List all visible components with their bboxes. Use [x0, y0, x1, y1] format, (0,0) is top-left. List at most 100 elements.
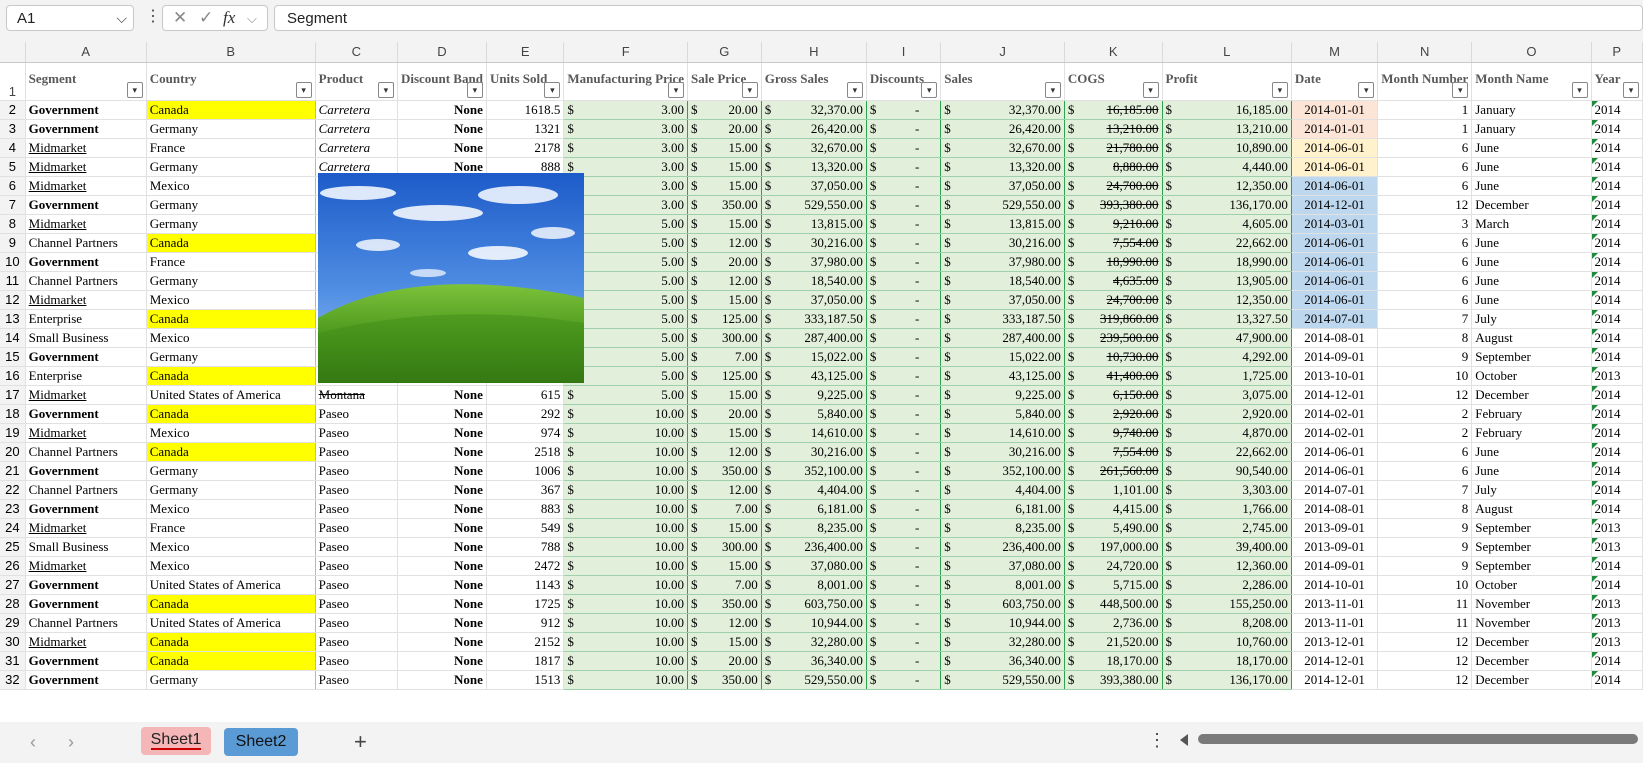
column-header[interactable]: G [687, 42, 762, 63]
country-cell[interactable]: Germany [145, 670, 316, 690]
country-cell[interactable]: Germany [145, 214, 316, 234]
gross-sales-cell[interactable]: $14,610.00 [761, 423, 867, 443]
header-cell[interactable]: Sale Price ▾ [687, 62, 762, 101]
product-cell[interactable]: Paseo [315, 632, 398, 652]
tab-sheet1[interactable]: Sheet1 [141, 727, 211, 755]
sales-cell[interactable]: $352,100.00 [940, 461, 1065, 481]
cogs-cell[interactable]: $21,780.00 [1064, 138, 1163, 158]
country-cell[interactable]: Canada [145, 594, 316, 614]
filter-dropdown-icon[interactable]: ▾ [466, 81, 483, 98]
sales-cell[interactable]: $5,840.00 [940, 404, 1065, 424]
cogs-cell[interactable]: $8,880.00 [1064, 157, 1163, 177]
sale-price-cell[interactable]: $12.00 [687, 271, 762, 291]
discounts-cell[interactable]: $ - [866, 271, 942, 291]
country-cell[interactable]: Mexico [145, 499, 316, 519]
manufacturing-price-cell[interactable]: $10.00 [563, 575, 688, 595]
sales-cell[interactable]: $603,750.00 [940, 594, 1065, 614]
filter-dropdown-icon[interactable]: ▾ [1571, 81, 1588, 98]
gross-sales-cell[interactable]: $6,181.00 [761, 499, 867, 519]
country-cell[interactable]: Germany [145, 347, 316, 367]
month-name-cell[interactable]: March [1471, 214, 1592, 234]
product-cell[interactable]: Paseo [315, 499, 398, 519]
date-cell[interactable]: 2014-06-01 [1291, 157, 1379, 177]
units-sold-cell[interactable]: 367 [486, 480, 565, 500]
embedded-landscape-image[interactable] [318, 173, 584, 383]
manufacturing-price-cell[interactable]: $10.00 [563, 670, 688, 690]
gross-sales-cell[interactable]: $37,080.00 [761, 556, 867, 576]
discounts-cell[interactable]: $ - [866, 195, 942, 215]
sales-cell[interactable]: $37,050.00 [940, 176, 1065, 196]
sales-cell[interactable]: $10,944.00 [940, 613, 1065, 633]
sales-cell[interactable]: $287,400.00 [940, 328, 1065, 348]
month-name-cell[interactable]: January [1471, 100, 1592, 120]
year-cell[interactable]: 2014 [1591, 461, 1643, 481]
country-cell[interactable]: Canada [145, 366, 316, 386]
gross-sales-cell[interactable]: $36,340.00 [761, 651, 867, 671]
manufacturing-price-cell[interactable]: $10.00 [563, 632, 688, 652]
date-cell[interactable]: 2014-03-01 [1291, 214, 1379, 234]
profit-cell[interactable]: $136,170.00 [1162, 670, 1292, 690]
row-number[interactable]: 8 [0, 214, 26, 234]
gross-sales-cell[interactable]: $529,550.00 [761, 670, 867, 690]
sale-price-cell[interactable]: $20.00 [687, 100, 762, 120]
row-number[interactable]: 6 [0, 176, 26, 196]
month-number-cell[interactable]: 10 [1377, 575, 1473, 595]
profit-cell[interactable]: $8,208.00 [1162, 613, 1292, 633]
sale-price-cell[interactable]: $350.00 [687, 195, 762, 215]
filter-dropdown-icon[interactable]: ▾ [377, 81, 394, 98]
cogs-cell[interactable]: $9,210.00 [1064, 214, 1163, 234]
month-name-cell[interactable]: November [1471, 613, 1592, 633]
gross-sales-cell[interactable]: $13,320.00 [761, 157, 867, 177]
cogs-cell[interactable]: $21,520.00 [1064, 632, 1163, 652]
discounts-cell[interactable]: $ - [866, 157, 942, 177]
product-cell[interactable]: Carretera [315, 100, 398, 120]
filter-dropdown-icon[interactable]: ▾ [1142, 81, 1159, 98]
date-cell[interactable]: 2014-07-01 [1291, 480, 1379, 500]
month-number-cell[interactable]: 6 [1377, 138, 1473, 158]
cancel-icon[interactable]: ✕ [173, 8, 187, 28]
profit-cell[interactable]: $18,990.00 [1162, 252, 1292, 272]
sales-cell[interactable]: $13,815.00 [940, 214, 1065, 234]
sale-price-cell[interactable]: $300.00 [687, 537, 762, 557]
sale-price-cell[interactable]: $12.00 [687, 480, 762, 500]
country-cell[interactable]: Germany [145, 480, 316, 500]
profit-cell[interactable]: $4,440.00 [1162, 157, 1292, 177]
segment-cell[interactable]: Government [25, 119, 147, 139]
cogs-cell[interactable]: $6,150.00 [1064, 385, 1163, 405]
header-cell[interactable]: Year ▾ [1591, 62, 1643, 101]
country-cell[interactable]: Germany [145, 119, 316, 139]
country-cell[interactable]: Germany [145, 195, 316, 215]
month-number-cell[interactable]: 1 [1377, 119, 1473, 139]
row-number[interactable]: 32 [0, 670, 26, 690]
discount-band-cell[interactable]: None [397, 556, 487, 576]
month-number-cell[interactable]: 2 [1377, 404, 1473, 424]
column-header[interactable]: B [146, 42, 316, 63]
segment-cell[interactable]: Government [25, 461, 147, 481]
product-cell[interactable]: Paseo [315, 404, 398, 424]
date-cell[interactable]: 2014-06-01 [1291, 233, 1379, 253]
month-number-cell[interactable]: 12 [1377, 670, 1473, 690]
year-cell[interactable]: 2013 [1591, 632, 1643, 652]
discount-band-cell[interactable]: None [397, 423, 487, 443]
month-name-cell[interactable]: October [1471, 575, 1592, 595]
segment-cell[interactable]: Government [25, 575, 147, 595]
discount-band-cell[interactable]: None [397, 613, 487, 633]
sales-cell[interactable]: $8,001.00 [940, 575, 1065, 595]
year-cell[interactable]: 2014 [1591, 138, 1643, 158]
year-cell[interactable]: 2014 [1591, 423, 1643, 443]
units-sold-cell[interactable]: 1618.5 [486, 100, 565, 120]
discounts-cell[interactable]: $ - [866, 233, 942, 253]
country-cell[interactable]: France [145, 518, 316, 538]
row-number[interactable]: 23 [0, 499, 26, 519]
product-cell[interactable]: Paseo [315, 575, 398, 595]
country-cell[interactable]: Canada [145, 309, 316, 329]
profit-cell[interactable]: $13,905.00 [1162, 271, 1292, 291]
column-header[interactable]: H [761, 42, 867, 63]
month-name-cell[interactable]: June [1471, 271, 1592, 291]
month-number-cell[interactable]: 7 [1377, 309, 1473, 329]
sale-price-cell[interactable]: $15.00 [687, 423, 762, 443]
profit-cell[interactable]: $1,725.00 [1162, 366, 1292, 386]
discount-band-cell[interactable]: None [397, 119, 487, 139]
month-number-cell[interactable]: 1 [1377, 100, 1473, 120]
cogs-cell[interactable]: $24,700.00 [1064, 176, 1163, 196]
